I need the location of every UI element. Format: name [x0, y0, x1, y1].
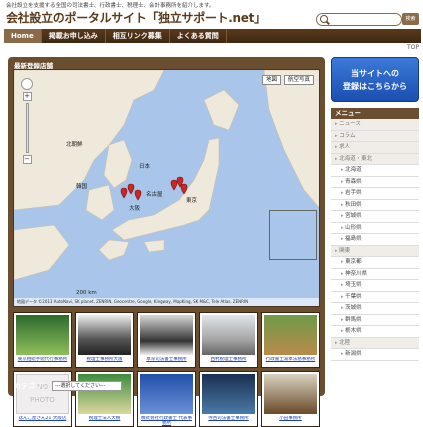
sidebar-item[interactable]: 埼玉県	[331, 280, 419, 292]
thumbnail-image[interactable]	[202, 374, 255, 414]
thumbnail-image[interactable]	[78, 374, 131, 414]
sidebar-item[interactable]: 秋田県	[331, 199, 419, 211]
map-panel: 最新登録店舗 + − 地図 航空写真 北朝鮮 韓国 日本 東京 大阪 名古屋 2…	[8, 57, 325, 427]
nav-faq[interactable]: よくある質問	[170, 29, 227, 43]
category-select[interactable]: ---選択してください---	[52, 381, 122, 391]
search-icon	[320, 15, 328, 23]
thumbnail-image[interactable]	[140, 315, 193, 355]
top-link[interactable]: TOP	[407, 44, 419, 51]
thumbnail-card[interactable]: 税理士法人大樹	[75, 371, 134, 427]
zoom-in-button[interactable]: +	[22, 92, 32, 101]
thumbnail-caption[interactable]: 東京相続手続代行事務所	[14, 357, 71, 367]
thumbnail-card[interactable]: NO PHOTO はんこ屋さん21 大阪店	[13, 371, 72, 427]
map-scale: 200 km	[76, 290, 97, 296]
sidebar-menu: メニュー ニュースコラム求人北海道・東北北海道青森県岩手県秋田県宮城県山形県福島…	[331, 108, 419, 400]
thumbnail-caption[interactable]: 小田事務所	[262, 416, 319, 426]
sidebar-item[interactable]: 神奈川県	[331, 268, 419, 280]
map-attribution: 地図データ ©2013 AutoNavi, SK planet, ZENRIN,…	[14, 298, 319, 306]
sidebar-item[interactable]: 岩手県	[331, 188, 419, 200]
cta-line2: 登録はこちらから	[343, 82, 407, 91]
thumbnail-card[interactable]: 寺西司法書士事務所	[199, 371, 258, 427]
sidebar-item[interactable]: 新潟県	[331, 349, 419, 361]
map-label-japan: 日本	[139, 164, 151, 170]
thumbnail-caption[interactable]: 税理士法人大樹	[76, 416, 133, 426]
thumbnail-card[interactable]: 税理士事務所大阪	[75, 312, 134, 368]
sidebar-item[interactable]: 栃木県	[331, 326, 419, 338]
sidebar-header: メニュー	[331, 108, 419, 119]
thumbnail-card[interactable]: 草深司法書士事務所	[137, 312, 196, 368]
register-cta-button[interactable]: 当サイトへの 登録はこちらから	[331, 57, 419, 102]
map-label-korea: 韓国	[76, 184, 88, 190]
sidebar-item[interactable]: 群馬県	[331, 314, 419, 326]
map-label-north-korea: 北朝鮮	[66, 142, 83, 148]
map-label-nagoya: 名古屋	[146, 192, 163, 198]
nav-links[interactable]: 相互リンク募集	[106, 29, 170, 43]
thumbnail-caption[interactable]: 草深司法書士事務所	[138, 357, 195, 367]
sidebar-item[interactable]: 東京都	[331, 257, 419, 269]
map-inset	[269, 210, 317, 260]
thumbnail-image[interactable]	[202, 315, 255, 355]
thumbnail-card[interactable]: 西村税理士事務所	[199, 312, 258, 368]
nav-apply[interactable]: 掲載お申し込み	[42, 29, 106, 43]
thumbnail-caption[interactable]: 西村税理士事務所	[200, 357, 257, 367]
sidebar-item[interactable]: ニュース	[331, 119, 419, 131]
sidebar-item[interactable]: 青森県	[331, 176, 419, 188]
sidebar-item[interactable]: 求人	[331, 142, 419, 154]
map-type-satellite[interactable]: 航空写真	[284, 75, 315, 85]
thumbnail-caption[interactable]: 寺西司法書士事務所	[200, 416, 257, 426]
zoom-out-button[interactable]: −	[22, 155, 32, 164]
zoom-control[interactable]: + −	[21, 78, 33, 166]
zoom-slider[interactable]	[25, 103, 29, 153]
sidebar-item[interactable]: 山形県	[331, 222, 419, 234]
thumbnail-image[interactable]	[140, 374, 193, 414]
sidebar-item[interactable]: 北海道	[331, 165, 419, 177]
thumbnail-caption[interactable]: 税理士事務所大阪	[76, 357, 133, 367]
thumbnail-card[interactable]: 東京相続手続代行事務所	[13, 312, 72, 368]
sidebar-item[interactable]: 茨城県	[331, 303, 419, 315]
cta-line1: 当サイトへの	[351, 69, 399, 78]
sidebar-item[interactable]: 北海道・東北	[331, 153, 419, 165]
thumbnail-image[interactable]	[78, 315, 131, 355]
sidebar-item[interactable]: 関東	[331, 245, 419, 257]
sidebar-item[interactable]: コラム	[331, 130, 419, 142]
thumbnail-card[interactable]: 小田事務所	[261, 371, 320, 427]
sidebar-item[interactable]: 北陸	[331, 337, 419, 349]
sidebar-item[interactable]: 千葉県	[331, 291, 419, 303]
site-tagline: 会社設立を支援する全国の司法書士、行政書士、税理士、会計事務所を紹介します。	[6, 3, 215, 9]
search-input[interactable]	[316, 13, 402, 26]
thumbnail-caption[interactable]: 行政書士湯本法務事務所	[262, 357, 319, 367]
map-type-map[interactable]: 地図	[262, 75, 282, 85]
search-button[interactable]: 検索	[402, 13, 419, 25]
map-label-tokyo: 東京	[186, 198, 198, 204]
site-title[interactable]: 会社設立のポータルサイト「独立サポート.net」	[6, 9, 266, 26]
category-label: カテゴリ：	[14, 382, 49, 390]
main-nav: Home 掲載お申し込み 相互リンク募集 よくある質問	[4, 29, 421, 43]
thumbnail-card[interactable]: 株式会社行政書士 代表事務所	[137, 371, 196, 427]
sidebar-item[interactable]: 宮城県	[331, 211, 419, 223]
map-land	[14, 70, 319, 281]
sidebar-item[interactable]: 福島県	[331, 234, 419, 246]
thumbnail-image[interactable]	[16, 315, 69, 355]
map[interactable]: + − 地図 航空写真 北朝鮮 韓国 日本 東京 大阪 名古屋 200 km 地…	[13, 69, 320, 307]
thumbnail-image[interactable]: NO PHOTO	[16, 374, 69, 414]
thumbnail-card[interactable]: 行政書士湯本法務事務所	[261, 312, 320, 368]
map-label-osaka: 大阪	[129, 206, 141, 212]
thumbnail-grid: 東京相続手続代行事務所 税理士事務所大阪 草深司法書士事務所 西村税理士事務所 …	[13, 312, 320, 427]
pan-control[interactable]	[21, 78, 33, 90]
thumbnail-image[interactable]	[264, 374, 317, 414]
thumbnail-image[interactable]	[264, 315, 317, 355]
nav-home[interactable]: Home	[4, 29, 42, 43]
thumbnail-caption[interactable]: 株式会社行政書士 代表事務所	[138, 416, 195, 426]
thumbnail-caption[interactable]: はんこ屋さん21 大阪店	[14, 416, 71, 426]
